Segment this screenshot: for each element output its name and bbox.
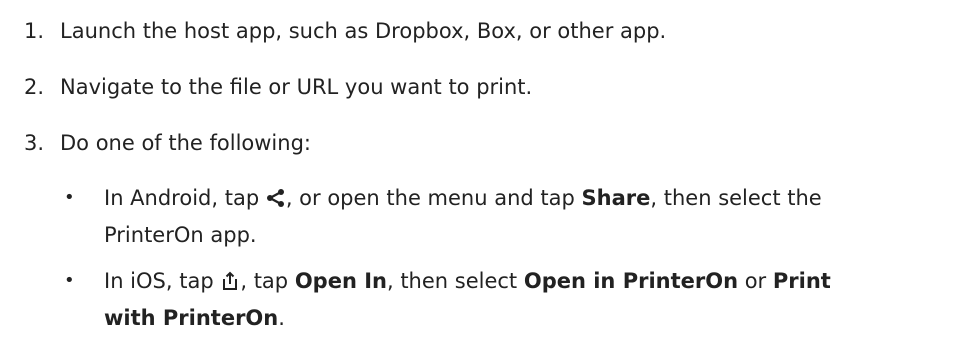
- step-number: 3.: [24, 131, 45, 155]
- bullet-ios-text: In iOS, tap , tap Open In, then select O…: [104, 264, 977, 335]
- text-segment: In Android, tap: [104, 186, 266, 210]
- bullet-marker: •: [64, 270, 75, 291]
- step-text: Launch the host app, such as Dropbox, Bo…: [60, 19, 667, 43]
- text-segment: , then select the: [650, 186, 822, 210]
- open-in-label: Open In: [294, 269, 387, 293]
- bullet-android-line-1: In Android, tap , or open the menu and t…: [104, 181, 977, 218]
- bullet-android-line-2: PrinterOn app.: [104, 223, 257, 247]
- share-icon: [266, 184, 286, 218]
- step-text: Navigate to the file or URL you want to …: [60, 75, 533, 99]
- bullet-ios-line-2: with PrinterOn.: [104, 301, 977, 335]
- step-text: Do one of the following:: [60, 131, 311, 155]
- text-segment: , then select: [386, 269, 524, 293]
- bullet-ios-line-1: In iOS, tap , tap Open In, then select O…: [104, 264, 977, 301]
- text-segment: or: [738, 269, 773, 293]
- text-segment: In iOS, tap: [104, 269, 221, 293]
- text-segment: , tap: [240, 269, 295, 293]
- bullet-android-text: In Android, tap , or open the menu and t…: [104, 181, 977, 252]
- ios-share-icon: [220, 267, 240, 301]
- print-label: Print: [772, 269, 831, 293]
- text-segment: .: [278, 306, 285, 330]
- open-in-printeron-label: Open in PrinterOn: [523, 269, 739, 293]
- bullet-marker: •: [64, 187, 75, 208]
- step-number: 1.: [24, 19, 45, 43]
- print-with-printeron-label: with PrinterOn: [104, 306, 279, 330]
- step-number: 2.: [24, 75, 45, 99]
- share-label: Share: [581, 186, 651, 210]
- text-segment: , or open the menu and tap: [285, 186, 582, 210]
